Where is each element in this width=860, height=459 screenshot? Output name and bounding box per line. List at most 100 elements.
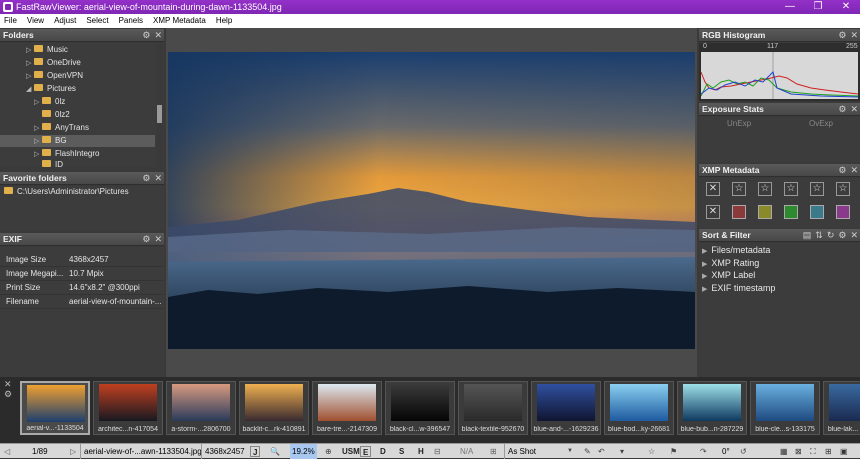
label-clear-button[interactable]: ✕	[706, 205, 720, 219]
document-icon[interactable]: ▤	[803, 230, 812, 240]
star-5-button[interactable]: ☆	[836, 182, 850, 196]
zoom-level[interactable]: 19.2%	[290, 444, 317, 459]
chevron-down-icon[interactable]: ▼	[567, 444, 573, 459]
folders-scrollbar[interactable]	[156, 43, 163, 167]
plus-icon[interactable]: ⊞	[490, 444, 497, 459]
label-yellow-button[interactable]	[758, 205, 772, 219]
thumbnail-item[interactable]: backlit-c...rk-410891	[239, 381, 309, 435]
s-toggle[interactable]: S	[397, 446, 406, 457]
close-icon[interactable]: ✕	[154, 234, 162, 244]
zoom-in-icon[interactable]: ⊕	[325, 444, 332, 459]
gear-icon[interactable]: ⚙	[838, 165, 846, 175]
exif-table: Image Size 4368x2457 Image Megapi... 10.7 …	[0, 247, 164, 377]
sort-icon[interactable]: ⇅	[815, 230, 823, 240]
rotate-left-icon[interactable]: ↶	[598, 444, 605, 459]
layout-icon[interactable]: ▦	[780, 444, 788, 459]
menu-help[interactable]: Help	[211, 14, 237, 28]
tree-item-pictures[interactable]: ◢ Pictures	[26, 83, 76, 95]
close-icon[interactable]: ✕	[154, 173, 162, 183]
tree-item-0lz[interactable]: ▷ 0lz	[34, 96, 65, 108]
refresh-icon[interactable]: ↻	[827, 230, 835, 240]
rating-icon[interactable]: ☆	[648, 444, 655, 459]
dropdown-icon[interactable]: ▾	[620, 444, 624, 459]
tree-item-anytrans[interactable]: ▷ AnyTrans	[34, 122, 89, 134]
prev-icon[interactable]: ◁	[4, 444, 10, 459]
tree-item-onedrive[interactable]: ▷ OneDrive	[26, 57, 81, 69]
thumbnail-item[interactable]: aerial-v...-1133504	[20, 381, 90, 435]
menu-adjust[interactable]: Adjust	[49, 14, 81, 28]
white-balance-picker-icon[interactable]: ✎	[584, 444, 591, 459]
panel-icon[interactable]: ▣	[840, 444, 848, 459]
thumbnail-item[interactable]: blue-cle...s-133175	[750, 381, 820, 435]
white-balance[interactable]: As Shot	[504, 444, 576, 459]
rotate-right-icon[interactable]: ↷	[700, 444, 707, 459]
thumbnail-item[interactable]: blue-bub...n-287229	[677, 381, 747, 435]
close-window-button[interactable]: ✕	[832, 0, 860, 14]
d-toggle[interactable]: D	[378, 446, 388, 457]
tree-item-id[interactable]: ID	[34, 159, 63, 167]
reject-button[interactable]: ✕	[706, 182, 720, 196]
thumbnail-item[interactable]: blue-bod...ky-26681	[604, 381, 674, 435]
gear-icon[interactable]: ⚙	[142, 173, 150, 183]
close-icon[interactable]: ✕	[850, 104, 858, 114]
thumbnail-image	[610, 384, 668, 421]
thumbnail-item[interactable]: black-textile-952670	[458, 381, 528, 435]
thumbnail-item[interactable]: bare-tre...-2147309	[312, 381, 382, 435]
menu-select[interactable]: Select	[81, 14, 113, 28]
rotate-icon[interactable]: ↺	[740, 444, 747, 459]
label-blue-button[interactable]	[810, 205, 824, 219]
gear-icon[interactable]: ⚙	[838, 30, 846, 40]
zoom-icon[interactable]: 🔍	[270, 444, 280, 459]
thumbnail-image	[172, 384, 230, 421]
e-toggle[interactable]: E	[360, 446, 372, 457]
gear-icon[interactable]: ⚙	[838, 104, 846, 114]
thumbnail-item[interactable]: blue-lak...	[823, 381, 860, 435]
filter-exif-timestamp[interactable]: ▶ EXIF timestamp	[702, 282, 775, 294]
tree-item-music[interactable]: ▷ Music	[26, 44, 68, 56]
usm-toggle[interactable]: USM	[340, 446, 362, 457]
menu-xmp-metadata[interactable]: XMP Metadata	[148, 14, 211, 28]
thumbnail-item[interactable]: architec...n-417054	[93, 381, 163, 435]
close-icon[interactable]: ✕	[850, 165, 858, 175]
thumbnail-item[interactable]: black-cl...w-396547	[385, 381, 455, 435]
main-photo[interactable]	[168, 52, 695, 349]
gear-icon[interactable]: ⚙	[838, 230, 846, 240]
thumbnail-item[interactable]: a-storm-...2806700	[166, 381, 236, 435]
maximize-button[interactable]: ❐	[804, 0, 832, 14]
jpeg-toggle[interactable]: J	[250, 446, 261, 457]
label-red-button[interactable]	[732, 205, 746, 219]
fit-icon[interactable]: ⊠	[795, 444, 802, 459]
minus-icon[interactable]: ⊟	[434, 444, 441, 459]
grid-icon[interactable]: ⊞	[825, 444, 832, 459]
gear-icon[interactable]: ⚙	[142, 234, 150, 244]
fullscreen-icon[interactable]: ⛶	[810, 444, 816, 459]
filter-files-metadata[interactable]: ▶ Files/metadata	[702, 244, 770, 256]
h-toggle[interactable]: H	[416, 446, 426, 457]
gear-icon[interactable]: ⚙	[4, 389, 12, 400]
menu-file[interactable]: File	[0, 14, 22, 28]
filter-xmp-label[interactable]: ▶ XMP Label	[702, 269, 755, 281]
tree-item-bg[interactable]: ▷ BG	[0, 135, 155, 147]
thumbnail-item[interactable]: blue-and-...-1629236	[531, 381, 601, 435]
tree-item-openvpn[interactable]: ▷ OpenVPN	[26, 70, 83, 82]
favorite-item[interactable]: C:\Users\Administrator\Pictures	[4, 186, 129, 198]
menu-panels[interactable]: Panels	[114, 14, 148, 28]
close-icon[interactable]: ✕	[850, 30, 858, 40]
thumbnail-image	[537, 384, 595, 421]
scroll-thumb[interactable]	[157, 105, 162, 123]
menu-view[interactable]: View	[22, 14, 49, 28]
star-3-button[interactable]: ☆	[784, 182, 798, 196]
close-icon[interactable]: ✕	[850, 230, 858, 240]
filter-xmp-rating[interactable]: ▶ XMP Rating	[702, 257, 759, 269]
minimize-button[interactable]: —	[776, 0, 804, 14]
star-2-button[interactable]: ☆	[758, 182, 772, 196]
next-icon[interactable]: ▷	[70, 444, 76, 459]
close-icon[interactable]: ✕	[154, 30, 162, 40]
star-1-button[interactable]: ☆	[732, 182, 746, 196]
tree-item-0lz2[interactable]: 0lz2	[34, 109, 70, 121]
label-purple-button[interactable]	[836, 205, 850, 219]
gear-icon[interactable]: ⚙	[142, 30, 150, 40]
flag-icon[interactable]: ⚑	[670, 444, 677, 459]
star-4-button[interactable]: ☆	[810, 182, 824, 196]
label-green-button[interactable]	[784, 205, 798, 219]
